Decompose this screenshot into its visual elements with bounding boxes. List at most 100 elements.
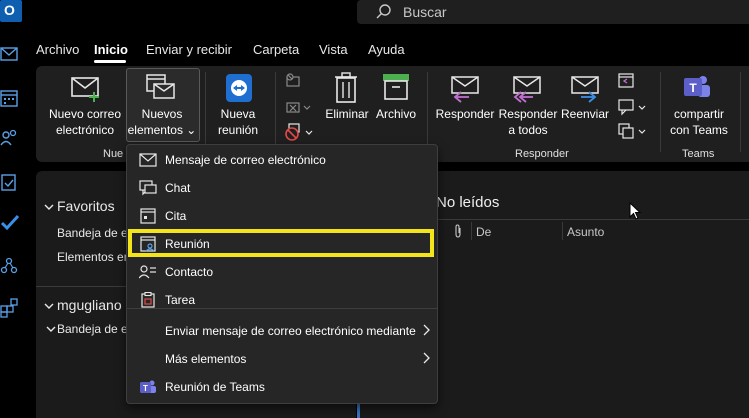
group-label-teams: Teams [682, 148, 715, 160]
menu-item-mensaje[interactable]: Mensaje de correo electrónico [127, 147, 437, 173]
menu-item-chat[interactable]: Chat [127, 175, 437, 201]
folder-bandeja-favorite[interactable]: Bandeja de er [57, 226, 132, 240]
groups-rail-icon[interactable] [0, 256, 20, 276]
junk-icon[interactable] [284, 122, 314, 142]
responder-todos-label-2: a todos [508, 123, 548, 137]
svg-text:T: T [689, 81, 697, 95]
folder-favoritos[interactable]: Favoritos [57, 198, 115, 214]
chevron-down-icon[interactable] [46, 324, 56, 334]
menu-item-label: Más elementos [165, 352, 247, 366]
chevron-down-icon[interactable] [44, 301, 54, 311]
nueva-reunion-button[interactable]: Nueva reunión [208, 106, 268, 138]
menu-item-label: Enviar mensaje de correo electrónico med… [165, 324, 416, 338]
column-separator [471, 222, 472, 240]
group-label-nuevo: Nue [103, 148, 124, 160]
responder-todos-label-1: Responder [498, 107, 558, 121]
list-filter-heading[interactable]: No leídos [436, 194, 499, 211]
nueva-reunion-label-1: Nueva [220, 107, 256, 121]
tab-inicio[interactable]: Inicio [94, 42, 128, 57]
tab-carpeta[interactable]: Carpeta [253, 42, 299, 57]
forward-icon [571, 76, 599, 103]
ribbon-separator [275, 72, 276, 152]
compartir-teams-label-1: compartir [673, 107, 724, 121]
mail-icon [139, 153, 157, 167]
teams-meeting-icon [226, 74, 252, 102]
column-asunto[interactable]: Asunto [567, 225, 604, 239]
responder-todos-button[interactable]: Responder a todos [497, 106, 559, 138]
im-reply-icon[interactable] [617, 98, 647, 116]
divider [36, 286, 126, 287]
attachment-icon[interactable] [453, 224, 463, 238]
divider [436, 219, 749, 220]
todo-rail-icon[interactable] [0, 212, 20, 232]
nuevos-elementos-label: Nuevos elementos ⌄ [126, 106, 198, 138]
reenviar-button[interactable]: Reenviar [559, 106, 611, 122]
responder-button[interactable]: Responder [434, 106, 496, 122]
ribbon-separator [660, 72, 661, 152]
mail-rail-icon[interactable] [0, 44, 20, 64]
selection-accent [357, 404, 360, 418]
menu-item-enviar-mediante[interactable]: Enviar mensaje de correo electrónico med… [127, 318, 437, 344]
menu-item-label: Reunión de Teams [165, 380, 265, 394]
menu-item-reunion-teams[interactable]: T Reunión de Teams [127, 374, 437, 400]
calendar-rail-icon[interactable] [0, 88, 20, 108]
nuevo-correo-button[interactable]: Nuevo correo electrónico [44, 106, 126, 138]
people-rail-icon[interactable] [0, 128, 20, 148]
chevron-right-icon [423, 352, 430, 364]
menu-item-label: Contacto [165, 265, 214, 279]
ribbon-separator [740, 72, 741, 152]
chevron-right-icon [423, 324, 430, 336]
nuevos-elementos-label-2: elementos ⌄ [127, 123, 197, 137]
menu-item-label: Tarea [165, 293, 196, 307]
menu-item-tarea[interactable]: Tarea [127, 287, 437, 313]
tab-vista[interactable]: Vista [319, 42, 348, 57]
highlight-box [128, 229, 434, 257]
menu-item-cita[interactable]: Cita [127, 203, 437, 229]
meeting-reply-icon[interactable] [617, 72, 637, 90]
folder-bandeja-account[interactable]: Bandeja de er [57, 322, 132, 336]
menu-item-label: Cita [165, 209, 187, 223]
ignore-icon[interactable] [284, 72, 304, 90]
mouse-cursor-icon [629, 202, 642, 220]
archive-icon [383, 74, 409, 100]
teams-icon: T [684, 76, 710, 97]
nuevo-correo-label-1: Nuevo correo [48, 107, 122, 121]
compartir-teams-label-2: con Teams [670, 123, 728, 137]
cleanup-icon[interactable] [284, 98, 312, 116]
menu-item-mas-elementos[interactable]: Más elementos [127, 346, 437, 372]
search-placeholder[interactable]: Buscar [403, 4, 447, 20]
compartir-teams-button[interactable]: compartir con Teams [664, 106, 734, 138]
contact-icon [139, 265, 156, 279]
reply-icon [451, 76, 479, 103]
tasks-rail-icon[interactable] [0, 172, 20, 192]
reply-all-icon [513, 76, 541, 103]
tab-ayuda[interactable]: Ayuda [368, 42, 405, 57]
menu-item-contacto[interactable]: Contacto [127, 259, 437, 285]
folder-elementos-enviados[interactable]: Elementos er [57, 250, 128, 264]
nuevo-correo-label-2: electrónico [55, 123, 115, 137]
new-items-icon [146, 74, 175, 99]
column-de[interactable]: De [476, 225, 491, 239]
teams-icon: T [140, 380, 156, 393]
svg-text:T: T [143, 384, 148, 393]
nuevos-elementos-label-1: Nuevos [141, 107, 183, 121]
menu-item-label: Chat [165, 181, 191, 195]
more-respond-icon[interactable] [617, 122, 647, 140]
menu-item-label: Mensaje de correo electrónico [165, 153, 326, 167]
apps-rail-icon[interactable] [0, 298, 20, 318]
delete-icon [335, 72, 357, 103]
ribbon-separator [427, 72, 428, 152]
tab-archivo[interactable]: Archivo [36, 42, 79, 57]
group-label-responder: Responder [515, 148, 569, 160]
new-mail-icon [71, 77, 99, 102]
column-separator [562, 222, 563, 240]
account-name[interactable]: mgugliano [57, 297, 122, 313]
archivo-button[interactable]: Archivo [372, 106, 420, 122]
task-icon [141, 292, 155, 308]
appointment-icon [140, 208, 156, 224]
tab-enviar-recibir[interactable]: Enviar y recibir [146, 42, 232, 57]
chevron-down-icon[interactable] [44, 202, 54, 212]
search-icon [376, 4, 391, 19]
eliminar-button[interactable]: Eliminar [322, 106, 372, 122]
outlook-logo: O [0, 0, 22, 22]
